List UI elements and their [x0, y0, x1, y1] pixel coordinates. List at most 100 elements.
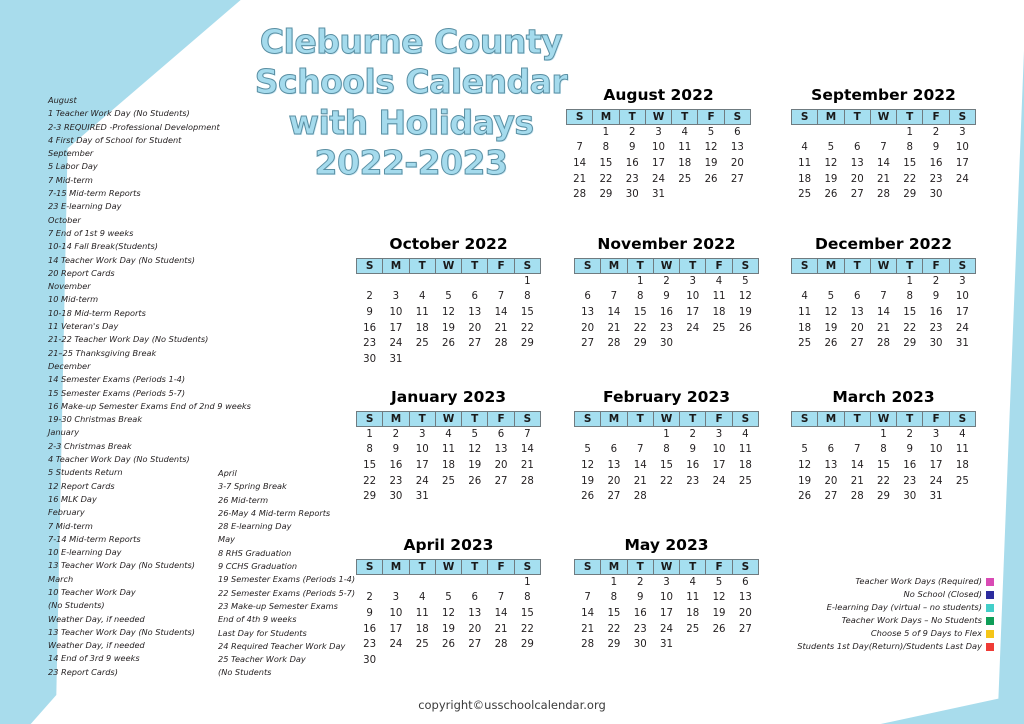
calendar-day-cell[interactable]: 11 [680, 590, 706, 606]
calendar-day-cell[interactable]: 1 [897, 274, 923, 290]
calendar-day-cell[interactable]: 9 [680, 442, 706, 458]
calendar-day-cell[interactable]: 22 [897, 320, 923, 336]
calendar-day-cell[interactable]: 5 [792, 442, 818, 458]
calendar-day-cell[interactable]: 8 [627, 289, 653, 305]
calendar-day-cell[interactable]: 3 [706, 427, 732, 443]
calendar-day-cell[interactable]: 20 [844, 320, 870, 336]
calendar-day-cell[interactable]: 8 [514, 289, 540, 305]
calendar-day-cell[interactable]: 10 [653, 590, 679, 606]
calendar-day-cell[interactable]: 31 [645, 187, 671, 203]
calendar-day-cell[interactable]: 8 [357, 442, 383, 458]
calendar-day-cell[interactable]: 27 [575, 336, 601, 352]
calendar-day-cell[interactable]: 19 [435, 621, 461, 637]
calendar-day-cell[interactable]: 30 [357, 652, 383, 668]
calendar-day-cell[interactable]: 16 [383, 458, 409, 474]
calendar-day-cell[interactable]: 17 [645, 156, 671, 172]
calendar-day-cell[interactable]: 22 [601, 621, 627, 637]
calendar-day-cell[interactable]: 1 [601, 575, 627, 591]
calendar-day-cell[interactable]: 23 [653, 320, 679, 336]
calendar-day-cell[interactable]: 6 [575, 289, 601, 305]
calendar-day-cell[interactable]: 20 [818, 473, 844, 489]
calendar-day-cell[interactable]: 26 [698, 171, 724, 187]
calendar-day-cell[interactable]: 19 [732, 305, 758, 321]
calendar-day-cell[interactable]: 14 [575, 606, 601, 622]
calendar-day-cell[interactable]: 7 [844, 442, 870, 458]
calendar-day-cell[interactable]: 17 [383, 320, 409, 336]
calendar-day-cell[interactable]: 25 [435, 473, 461, 489]
calendar-day-cell[interactable]: 2 [680, 427, 706, 443]
calendar-day-cell[interactable]: 9 [897, 442, 923, 458]
calendar-day-cell[interactable]: 11 [409, 606, 435, 622]
calendar-day-cell[interactable]: 16 [619, 156, 645, 172]
calendar-day-cell[interactable]: 13 [575, 305, 601, 321]
calendar-day-cell[interactable]: 2 [357, 289, 383, 305]
calendar-day-cell[interactable]: 27 [462, 336, 488, 352]
calendar-day-cell[interactable]: 2 [923, 274, 949, 290]
calendar-day-cell[interactable]: 28 [488, 637, 514, 653]
calendar-day-cell[interactable]: 18 [732, 458, 758, 474]
calendar-day-cell[interactable]: 7 [567, 140, 593, 156]
calendar-day-cell[interactable]: 30 [619, 187, 645, 203]
calendar-day-cell[interactable]: 19 [435, 320, 461, 336]
calendar-day-cell[interactable]: 23 [627, 621, 653, 637]
calendar-day-cell[interactable]: 10 [409, 442, 435, 458]
calendar-day-cell[interactable]: 13 [732, 590, 758, 606]
calendar-day-cell[interactable]: 4 [409, 590, 435, 606]
calendar-day-cell[interactable]: 13 [462, 606, 488, 622]
calendar-day-cell[interactable]: 24 [949, 171, 975, 187]
calendar-day-cell[interactable]: 18 [949, 458, 975, 474]
calendar-day-cell[interactable]: 29 [357, 489, 383, 505]
calendar-day-cell[interactable]: 7 [870, 289, 896, 305]
calendar-day-cell[interactable]: 7 [601, 289, 627, 305]
calendar-day-cell[interactable]: 12 [435, 606, 461, 622]
calendar-day-cell[interactable]: 27 [844, 187, 870, 203]
calendar-day-cell[interactable]: 31 [923, 489, 949, 505]
calendar-day-cell[interactable]: 19 [462, 458, 488, 474]
calendar-day-cell[interactable]: 23 [923, 320, 949, 336]
calendar-day-cell[interactable]: 15 [627, 305, 653, 321]
calendar-day-cell[interactable]: 1 [357, 427, 383, 443]
calendar-day-cell[interactable]: 16 [897, 458, 923, 474]
calendar-day-cell[interactable]: 21 [627, 473, 653, 489]
calendar-day-cell[interactable]: 21 [575, 621, 601, 637]
calendar-day-cell[interactable]: 7 [575, 590, 601, 606]
calendar-day-cell[interactable]: 16 [357, 320, 383, 336]
calendar-day-cell[interactable]: 12 [818, 156, 844, 172]
calendar-day-cell[interactable]: 28 [870, 187, 896, 203]
calendar-day-cell[interactable]: 25 [409, 336, 435, 352]
calendar-day-cell[interactable]: 26 [818, 187, 844, 203]
calendar-day-cell[interactable]: 22 [593, 171, 619, 187]
calendar-day-cell[interactable]: 27 [732, 621, 758, 637]
calendar-day-cell[interactable]: 30 [653, 336, 679, 352]
calendar-day-cell[interactable]: 22 [514, 621, 540, 637]
calendar-day-cell[interactable]: 25 [680, 621, 706, 637]
calendar-day-cell[interactable]: 1 [593, 125, 619, 141]
calendar-day-cell[interactable]: 13 [818, 458, 844, 474]
calendar-day-cell[interactable]: 20 [732, 606, 758, 622]
calendar-day-cell[interactable]: 10 [383, 305, 409, 321]
calendar-day-cell[interactable]: 18 [409, 621, 435, 637]
calendar-day-cell[interactable]: 14 [870, 156, 896, 172]
calendar-day-cell[interactable]: 26 [732, 320, 758, 336]
calendar-day-cell[interactable]: 19 [792, 473, 818, 489]
calendar-day-cell[interactable]: 31 [409, 489, 435, 505]
calendar-day-cell[interactable]: 16 [627, 606, 653, 622]
calendar-day-cell[interactable]: 22 [627, 320, 653, 336]
calendar-day-cell[interactable]: 8 [593, 140, 619, 156]
calendar-day-cell[interactable]: 21 [567, 171, 593, 187]
calendar-day-cell[interactable]: 3 [949, 274, 975, 290]
calendar-day-cell[interactable]: 23 [619, 171, 645, 187]
calendar-day-cell[interactable]: 20 [462, 621, 488, 637]
calendar-day-cell[interactable]: 14 [870, 305, 896, 321]
calendar-day-cell[interactable]: 29 [514, 336, 540, 352]
calendar-day-cell[interactable]: 26 [462, 473, 488, 489]
calendar-day-cell[interactable]: 15 [593, 156, 619, 172]
calendar-day-cell[interactable]: 10 [680, 289, 706, 305]
calendar-day-cell[interactable]: 3 [923, 427, 949, 443]
calendar-day-cell[interactable]: 25 [672, 171, 698, 187]
calendar-day-cell[interactable]: 6 [732, 575, 758, 591]
calendar-day-cell[interactable]: 18 [792, 320, 818, 336]
calendar-day-cell[interactable]: 16 [680, 458, 706, 474]
calendar-day-cell[interactable]: 4 [792, 289, 818, 305]
calendar-day-cell[interactable]: 17 [383, 621, 409, 637]
